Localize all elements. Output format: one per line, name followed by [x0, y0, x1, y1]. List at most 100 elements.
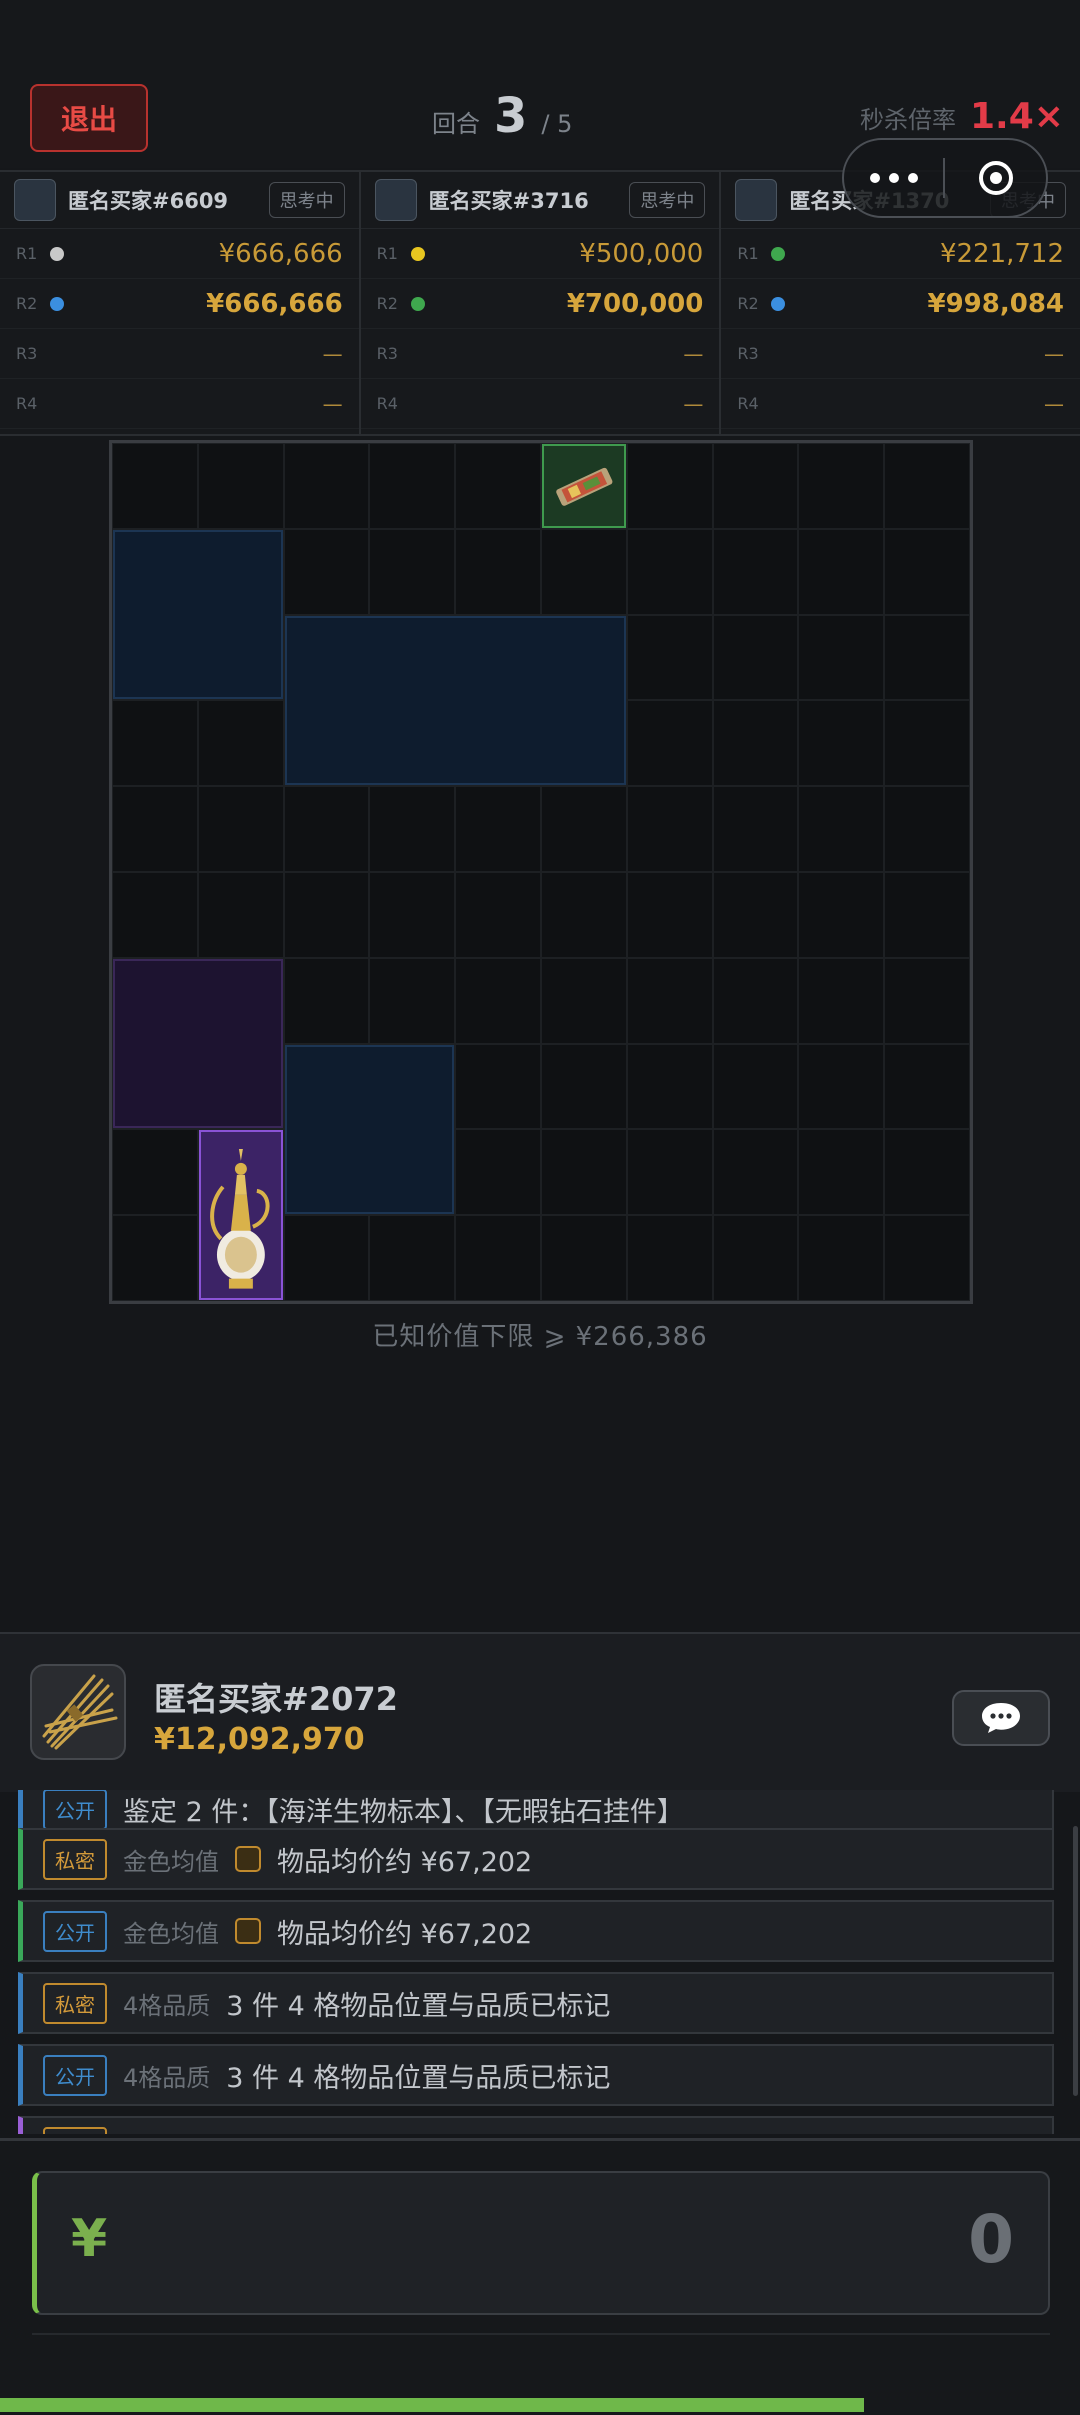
grid-cell[interactable]	[455, 1129, 541, 1216]
grid-cell[interactable]	[541, 1215, 627, 1301]
grid-cell[interactable]	[112, 700, 198, 787]
grid-cell[interactable]	[798, 528, 885, 615]
grid-cell[interactable]	[626, 957, 713, 1044]
grid-cell[interactable]	[712, 1129, 799, 1216]
grid-cell[interactable]	[541, 957, 627, 1044]
grid-cell[interactable]	[626, 1043, 713, 1130]
chat-button[interactable]	[952, 1690, 1050, 1746]
grid-cell[interactable]	[112, 786, 198, 872]
grid-cell[interactable]	[626, 700, 713, 787]
grid-cell[interactable]	[283, 528, 370, 615]
purple-item-1[interactable]	[113, 958, 283, 1129]
blue-item-2[interactable]	[284, 615, 626, 786]
grid-cell[interactable]	[798, 614, 885, 701]
snack-bar-item[interactable]	[542, 444, 626, 528]
blue-item-1[interactable]	[113, 529, 283, 700]
grid-cell[interactable]	[798, 872, 885, 958]
grid-cell[interactable]	[712, 872, 799, 958]
grid-cell[interactable]	[626, 1215, 713, 1301]
grid-cell[interactable]	[884, 443, 970, 529]
grid-cell[interactable]	[712, 443, 799, 529]
grid-cell[interactable]	[541, 528, 627, 615]
grid-cell[interactable]	[369, 957, 456, 1044]
public-tag: 公开	[43, 1790, 107, 1830]
grid-cell[interactable]	[369, 528, 456, 615]
grid-cell[interactable]	[798, 957, 885, 1044]
inventory-grid[interactable]	[109, 440, 973, 1304]
grid-cell[interactable]	[626, 1129, 713, 1216]
grid-cell[interactable]	[112, 1215, 198, 1301]
exit-button[interactable]: 退出	[30, 84, 148, 152]
grid-cell[interactable]	[626, 614, 713, 701]
grid-cell[interactable]	[541, 1129, 627, 1216]
grid-cell[interactable]	[455, 872, 541, 958]
grid-cell[interactable]	[884, 528, 970, 615]
grid-cell[interactable]	[541, 1043, 627, 1130]
grid-cell[interactable]	[798, 700, 885, 787]
grid-cell[interactable]	[112, 872, 198, 958]
feed-scrollbar[interactable]	[1073, 1826, 1078, 2096]
grid-cell[interactable]	[112, 1129, 198, 1216]
grid-cell[interactable]	[541, 786, 627, 872]
grid-cell[interactable]	[884, 1215, 970, 1301]
grid-cell[interactable]	[283, 786, 370, 872]
grid-cell[interactable]	[541, 872, 627, 958]
grid-cell[interactable]	[455, 786, 541, 872]
grid-cell[interactable]	[369, 786, 456, 872]
grid-cell[interactable]	[197, 700, 284, 787]
grid-cell[interactable]	[798, 1215, 885, 1301]
intel-feed[interactable]: 公开 鉴定 2 件：【海洋生物标本】、【无暇钻石挂件】 私密 金色均值 物品均价约 ¥6…	[0, 1790, 1080, 2134]
grid-cell[interactable]	[626, 443, 713, 529]
grid-cell[interactable]	[798, 443, 885, 529]
private-tag: 私密	[43, 1838, 107, 1880]
grid-cell[interactable]	[197, 443, 284, 529]
grid-cell[interactable]	[798, 786, 885, 872]
buyer-name: 匿名买家#6609	[68, 189, 229, 213]
grid-cell[interactable]	[283, 957, 370, 1044]
golden-ewer-item[interactable]	[198, 1130, 283, 1300]
grid-cell[interactable]	[626, 528, 713, 615]
grid-cell[interactable]	[626, 872, 713, 958]
grid-cell[interactable]	[197, 872, 284, 958]
grid-cell[interactable]	[798, 1129, 885, 1216]
grid-cell[interactable]	[369, 872, 456, 958]
bid-input[interactable]: ¥ 0	[32, 2171, 1050, 2315]
more-options-icon[interactable]	[844, 173, 943, 183]
grid-cell[interactable]	[884, 614, 970, 701]
blue-item-3[interactable]	[284, 1044, 455, 1215]
gold-swatch-icon	[235, 1846, 261, 1872]
grid-cell[interactable]	[712, 528, 799, 615]
feed-description: 品质位置（1格）已采集 … 格点已标记	[235, 2128, 701, 2135]
round-label: R3	[376, 344, 398, 363]
grid-cell[interactable]	[712, 614, 799, 701]
grid-cell[interactable]	[283, 872, 370, 958]
grid-cell[interactable]	[455, 528, 541, 615]
grid-cell[interactable]	[626, 786, 713, 872]
grid-cell[interactable]	[712, 1043, 799, 1130]
grid-cell[interactable]	[283, 1215, 370, 1301]
grid-cell[interactable]	[712, 786, 799, 872]
grid-cell[interactable]	[884, 1043, 970, 1130]
grid-cell[interactable]	[112, 443, 198, 529]
grid-cell[interactable]	[455, 443, 541, 529]
grid-cell[interactable]	[455, 1215, 541, 1301]
grid-cell[interactable]	[712, 1215, 799, 1301]
grid-cell[interactable]	[712, 700, 799, 787]
grid-cell[interactable]	[283, 443, 370, 529]
grid-cell[interactable]	[884, 700, 970, 787]
close-mini-program-icon[interactable]	[945, 161, 1046, 195]
grid-cell[interactable]	[884, 872, 970, 958]
grid-cell[interactable]	[712, 957, 799, 1044]
bid-round-row: R1 ¥666,666	[0, 229, 359, 279]
bid-round-row: R1 ¥500,000	[360, 229, 720, 279]
grid-cell[interactable]	[798, 1043, 885, 1130]
grid-cell[interactable]	[884, 957, 970, 1044]
grid-cell[interactable]	[455, 957, 541, 1044]
grid-cell[interactable]	[884, 1129, 970, 1216]
grid-cell[interactable]	[369, 1215, 456, 1301]
grid-cell[interactable]	[455, 1043, 541, 1130]
grid-cell[interactable]	[197, 786, 284, 872]
grid-cell[interactable]	[369, 443, 456, 529]
buyer-avatar	[735, 179, 778, 221]
grid-cell[interactable]	[884, 786, 970, 872]
